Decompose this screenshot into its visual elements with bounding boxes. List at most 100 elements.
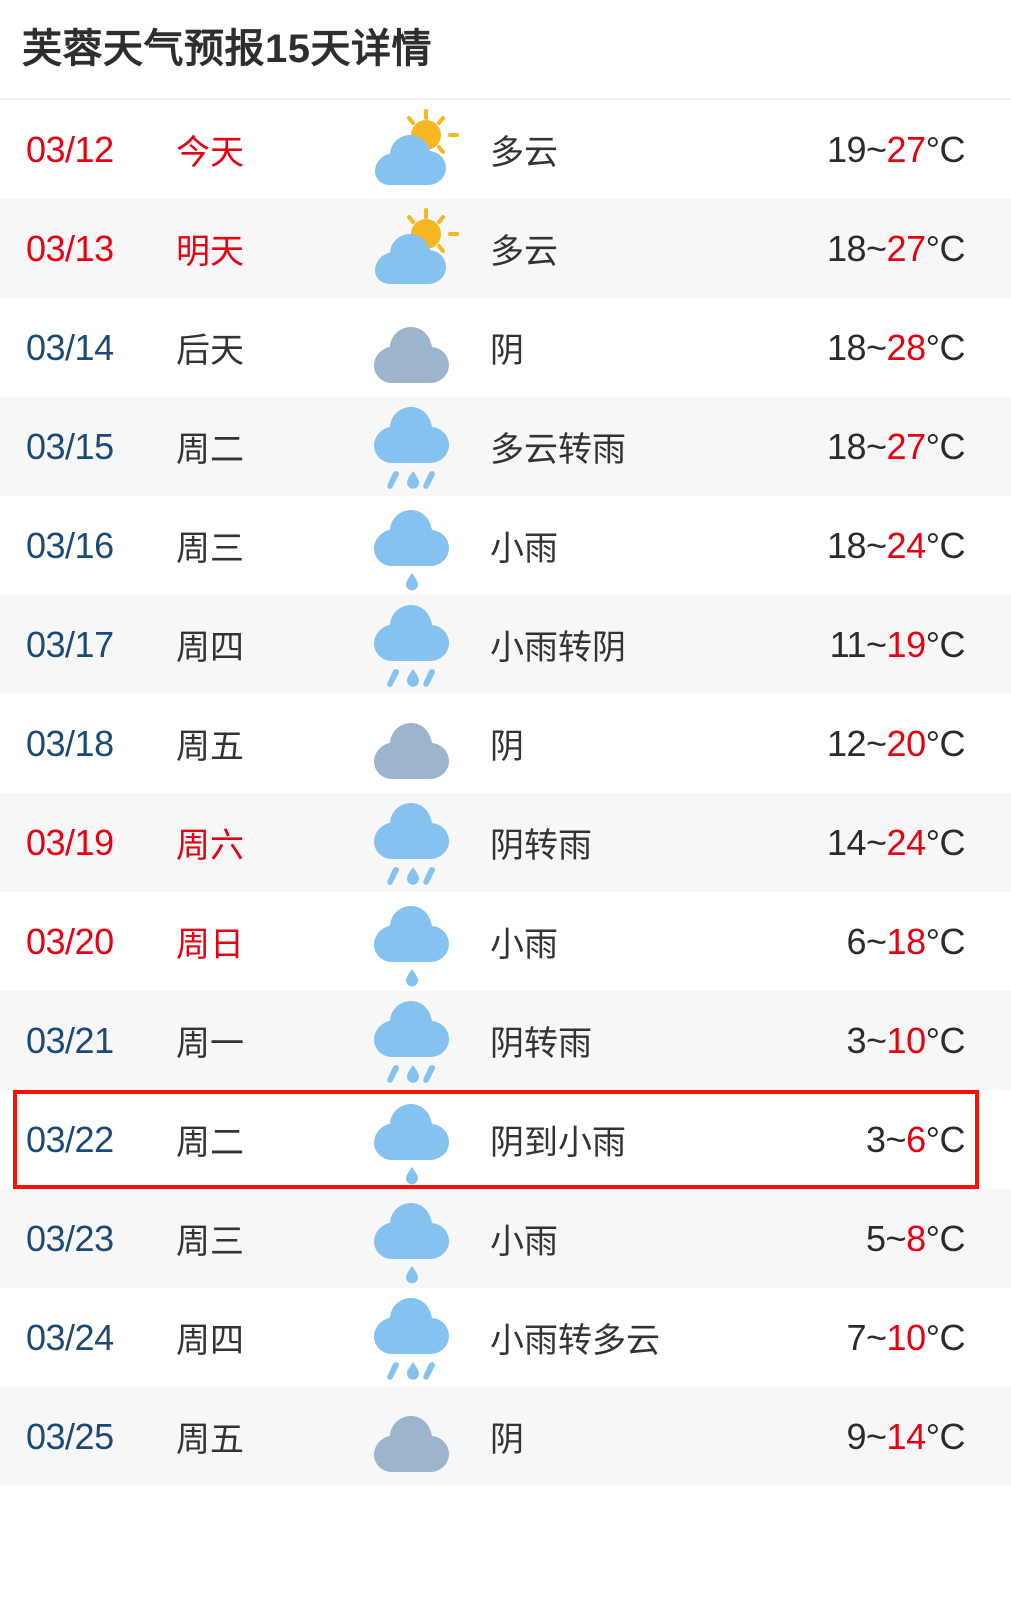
temp-high: 14 <box>886 1415 927 1457</box>
forecast-temperature: 11~19°C <box>761 624 1011 666</box>
page-header: 芙蓉天气预报15天详情 <box>0 0 1011 100</box>
forecast-row[interactable]: 03/17 周四 小雨转阴 11~19°C <box>0 595 1011 694</box>
temp-separator: ~ <box>866 920 887 962</box>
forecast-row[interactable]: 03/22 周二 阴到小雨 3~6°C <box>0 1090 1011 1189</box>
temp-separator: ~ <box>866 722 887 764</box>
forecast-description: 小雨 <box>490 1223 558 1261</box>
rain-light-icon <box>374 1103 449 1184</box>
weather-icon-cell <box>352 703 472 785</box>
temp-separator: ~ <box>866 128 887 170</box>
rain-heavy-icon <box>374 802 449 885</box>
forecast-list: 03/12 今天 多云 19~27°C 03/13 明天 多云 18~27°C … <box>0 100 1011 1486</box>
forecast-row[interactable]: 03/19 周六 阴转雨 14~24°C <box>0 793 1011 892</box>
forecast-weekday: 后天 <box>176 332 244 370</box>
forecast-row[interactable]: 03/23 周三 小雨 5~8°C <box>0 1189 1011 1288</box>
forecast-date: 03/16 <box>26 524 114 566</box>
weather-icon-cell <box>352 393 472 501</box>
forecast-weekday: 周五 <box>176 728 244 766</box>
forecast-date: 03/20 <box>26 920 114 962</box>
forecast-row[interactable]: 03/18 周五 阴 12~20°C <box>0 694 1011 793</box>
forecast-row[interactable]: 03/15 周二 多云转雨 18~27°C <box>0 397 1011 496</box>
weather-icon-cell <box>352 1187 472 1291</box>
temp-separator: ~ <box>866 524 887 566</box>
page-title: 芙蓉天气预报15天详情 <box>22 27 432 71</box>
forecast-row[interactable]: 03/12 今天 多云 19~27°C <box>0 100 1011 199</box>
forecast-description: 多云 <box>490 134 558 172</box>
forecast-date: 03/18 <box>26 722 114 764</box>
rain-heavy-icon <box>374 1000 449 1083</box>
forecast-row[interactable]: 03/13 明天 多云 18~27°C <box>0 199 1011 298</box>
forecast-temperature: 6~18°C <box>761 921 1011 963</box>
forecast-row[interactable]: 03/14 后天 阴 18~28°C <box>0 298 1011 397</box>
temp-high: 24 <box>886 524 927 566</box>
forecast-date: 03/12 <box>26 128 114 170</box>
forecast-weekday: 周三 <box>176 1223 244 1261</box>
temp-high: 8 <box>906 1217 926 1259</box>
temp-high: 27 <box>886 128 927 170</box>
overcast-icon <box>374 1415 449 1472</box>
forecast-temperature: 3~6°C <box>761 1119 1011 1161</box>
forecast-date: 03/21 <box>26 1019 114 1061</box>
temp-unit: °C <box>925 425 966 467</box>
rain-heavy-icon <box>374 1297 449 1380</box>
forecast-weekday: 周五 <box>176 1421 244 1459</box>
temp-separator: ~ <box>866 1415 887 1457</box>
forecast-weekday: 周二 <box>176 431 244 469</box>
forecast-temperature: 18~27°C <box>761 228 1011 270</box>
temp-unit: °C <box>925 1019 966 1061</box>
weather-icon-cell <box>352 591 472 699</box>
temp-unit: °C <box>925 821 966 863</box>
forecast-temperature: 5~8°C <box>761 1218 1011 1260</box>
rain-light-icon <box>374 905 449 986</box>
forecast-weekday: 今天 <box>176 134 244 172</box>
forecast-weekday: 周一 <box>176 1025 244 1063</box>
temp-unit: °C <box>925 920 966 962</box>
forecast-description: 阴转雨 <box>490 1025 592 1063</box>
temp-separator: ~ <box>866 1019 887 1061</box>
forecast-description: 小雨转阴 <box>490 629 626 667</box>
temp-separator: ~ <box>866 1316 887 1358</box>
forecast-temperature: 14~24°C <box>761 822 1011 864</box>
temp-low: 18 <box>826 425 867 467</box>
temp-unit: °C <box>925 1316 966 1358</box>
forecast-temperature: 12~20°C <box>761 723 1011 765</box>
rain-light-icon <box>374 509 449 590</box>
temp-low: 9 <box>846 1415 867 1457</box>
temp-low: 14 <box>826 821 867 863</box>
forecast-weekday: 周六 <box>176 827 244 865</box>
temp-high: 18 <box>886 920 927 962</box>
forecast-row[interactable]: 03/20 周日 小雨 6~18°C <box>0 892 1011 991</box>
forecast-row[interactable]: 03/16 周三 小雨 18~24°C <box>0 496 1011 595</box>
forecast-date: 03/22 <box>26 1118 114 1160</box>
forecast-description: 阴到小雨 <box>490 1124 626 1162</box>
temp-low: 3 <box>866 1118 886 1160</box>
temp-unit: °C <box>925 227 966 269</box>
temp-separator: ~ <box>866 227 887 269</box>
temp-high: 20 <box>886 722 927 764</box>
temp-high: 27 <box>886 227 927 269</box>
temp-low: 18 <box>826 524 867 566</box>
temp-high: 10 <box>886 1019 927 1061</box>
weather-icon-cell <box>352 789 472 897</box>
temp-unit: °C <box>925 1118 966 1160</box>
forecast-date: 03/13 <box>26 227 114 269</box>
temp-high: 28 <box>886 326 927 368</box>
forecast-description: 阴转雨 <box>490 827 592 865</box>
forecast-description: 阴 <box>490 1421 524 1459</box>
rain-heavy-icon <box>374 406 449 489</box>
forecast-temperature: 18~28°C <box>761 327 1011 369</box>
forecast-temperature: 9~14°C <box>761 1416 1011 1458</box>
forecast-description: 多云 <box>490 233 558 271</box>
temp-low: 18 <box>826 227 867 269</box>
forecast-row[interactable]: 03/21 周一 阴转雨 3~10°C <box>0 991 1011 1090</box>
temp-separator: ~ <box>885 1118 907 1160</box>
temp-separator: ~ <box>866 623 887 665</box>
weather-icon-cell <box>352 108 472 191</box>
forecast-description: 小雨转多云 <box>490 1322 660 1360</box>
forecast-date: 03/15 <box>26 425 114 467</box>
temp-low: 19 <box>826 128 867 170</box>
temp-high: 27 <box>886 425 927 467</box>
forecast-row[interactable]: 03/24 周四 小雨转多云 7~10°C <box>0 1288 1011 1387</box>
forecast-row[interactable]: 03/25 周五 阴 9~14°C <box>0 1387 1011 1486</box>
forecast-description: 小雨 <box>490 926 558 964</box>
